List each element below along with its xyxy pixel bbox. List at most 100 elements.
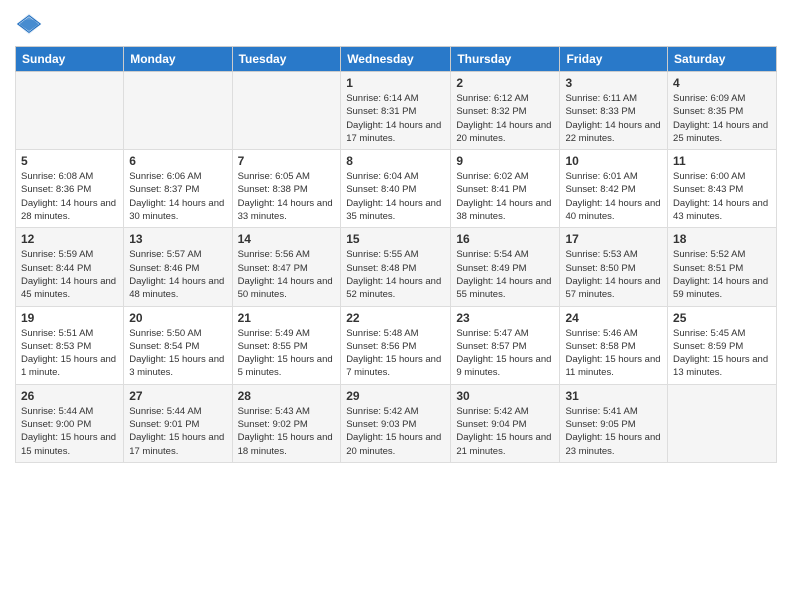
day-info: Sunrise: 6:06 AMSunset: 8:37 PMDaylight:… bbox=[129, 170, 226, 223]
day-number: 20 bbox=[129, 311, 226, 325]
calendar-cell: 28Sunrise: 5:43 AMSunset: 9:02 PMDayligh… bbox=[232, 384, 341, 462]
day-info: Sunrise: 5:41 AMSunset: 9:05 PMDaylight:… bbox=[565, 405, 662, 458]
calendar-cell: 9 Sunrise: 6:02 AMSunset: 8:41 PMDaylight… bbox=[451, 150, 560, 228]
day-number: 13 bbox=[129, 232, 226, 246]
calendar-cell: 26Sunrise: 5:44 AMSunset: 9:00 PMDayligh… bbox=[16, 384, 124, 462]
calendar-cell: 2 Sunrise: 6:12 AMSunset: 8:32 PMDaylight… bbox=[451, 72, 560, 150]
calendar-cell: 23 Sunrise: 5:47 AMSunset: 8:57 PMDayligh… bbox=[451, 306, 560, 384]
day-number: 1 bbox=[346, 76, 445, 90]
day-info: Sunrise: 5:46 AMSunset: 8:58 PMDaylight:… bbox=[565, 327, 662, 380]
day-number: 27 bbox=[129, 389, 226, 403]
day-info: Sunrise: 5:44 AMSunset: 9:00 PMDaylight:… bbox=[21, 405, 118, 458]
calendar-header-row: SundayMondayTuesdayWednesdayThursdayFrid… bbox=[16, 47, 777, 72]
day-info: Sunrise: 5:44 AMSunset: 9:01 PMDaylight:… bbox=[129, 405, 226, 458]
day-info: Sunrise: 5:56 AMSunset: 8:47 PMDaylight:… bbox=[238, 248, 336, 301]
calendar-cell: 14 Sunrise: 5:56 AMSunset: 8:47 PMDayligh… bbox=[232, 228, 341, 306]
day-info: Sunrise: 6:00 AMSunset: 8:43 PMDaylight:… bbox=[673, 170, 771, 223]
day-number: 14 bbox=[238, 232, 336, 246]
day-number: 25 bbox=[673, 311, 771, 325]
day-number: 12 bbox=[21, 232, 118, 246]
day-info: Sunrise: 5:53 AMSunset: 8:50 PMDaylight:… bbox=[565, 248, 662, 301]
day-number: 17 bbox=[565, 232, 662, 246]
day-info: Sunrise: 5:50 AMSunset: 8:54 PMDaylight:… bbox=[129, 327, 226, 380]
calendar-cell bbox=[124, 72, 232, 150]
day-number: 18 bbox=[673, 232, 771, 246]
calendar-cell: 6 Sunrise: 6:06 AMSunset: 8:37 PMDaylight… bbox=[124, 150, 232, 228]
day-number: 30 bbox=[456, 389, 554, 403]
calendar-header-wednesday: Wednesday bbox=[341, 47, 451, 72]
calendar-cell: 17 Sunrise: 5:53 AMSunset: 8:50 PMDayligh… bbox=[560, 228, 668, 306]
calendar-cell: 7 Sunrise: 6:05 AMSunset: 8:38 PMDaylight… bbox=[232, 150, 341, 228]
day-info: Sunrise: 6:04 AMSunset: 8:40 PMDaylight:… bbox=[346, 170, 445, 223]
calendar-cell: 13 Sunrise: 5:57 AMSunset: 8:46 PMDayligh… bbox=[124, 228, 232, 306]
day-info: Sunrise: 6:05 AMSunset: 8:38 PMDaylight:… bbox=[238, 170, 336, 223]
calendar-cell: 4Sunrise: 6:09 AMSunset: 8:35 PMDaylight… bbox=[668, 72, 777, 150]
day-number: 29 bbox=[346, 389, 445, 403]
day-number: 22 bbox=[346, 311, 445, 325]
calendar-header-saturday: Saturday bbox=[668, 47, 777, 72]
day-number: 28 bbox=[238, 389, 336, 403]
day-number: 24 bbox=[565, 311, 662, 325]
calendar-week-1: 1 Sunrise: 6:14 AMSunset: 8:31 PMDaylight… bbox=[16, 72, 777, 150]
day-number: 16 bbox=[456, 232, 554, 246]
calendar-cell: 27 Sunrise: 5:44 AMSunset: 9:01 PMDayligh… bbox=[124, 384, 232, 462]
calendar-cell: 22 Sunrise: 5:48 AMSunset: 8:56 PMDayligh… bbox=[341, 306, 451, 384]
day-number: 23 bbox=[456, 311, 554, 325]
day-number: 11 bbox=[673, 154, 771, 168]
calendar-cell: 12 Sunrise: 5:59 AMSunset: 8:44 PMDayligh… bbox=[16, 228, 124, 306]
calendar-cell: 11 Sunrise: 6:00 AMSunset: 8:43 PMDayligh… bbox=[668, 150, 777, 228]
day-info: Sunrise: 6:14 AMSunset: 8:31 PMDaylight:… bbox=[346, 92, 445, 145]
calendar-cell: 19 Sunrise: 5:51 AMSunset: 8:53 PMDayligh… bbox=[16, 306, 124, 384]
day-number: 6 bbox=[129, 154, 226, 168]
calendar-cell bbox=[668, 384, 777, 462]
day-info: Sunrise: 6:02 AMSunset: 8:41 PMDaylight:… bbox=[456, 170, 554, 223]
calendar-cell: 21 Sunrise: 5:49 AMSunset: 8:55 PMDayligh… bbox=[232, 306, 341, 384]
day-number: 5 bbox=[21, 154, 118, 168]
day-info: Sunrise: 5:51 AMSunset: 8:53 PMDaylight:… bbox=[21, 327, 118, 380]
day-info: Sunrise: 5:48 AMSunset: 8:56 PMDaylight:… bbox=[346, 327, 445, 380]
calendar-cell: 10 Sunrise: 6:01 AMSunset: 8:42 PMDayligh… bbox=[560, 150, 668, 228]
calendar-cell: 5 Sunrise: 6:08 AMSunset: 8:36 PMDaylight… bbox=[16, 150, 124, 228]
day-info: Sunrise: 5:59 AMSunset: 8:44 PMDaylight:… bbox=[21, 248, 118, 301]
day-number: 9 bbox=[456, 154, 554, 168]
logo bbox=[15, 10, 47, 38]
day-info: Sunrise: 5:49 AMSunset: 8:55 PMDaylight:… bbox=[238, 327, 336, 380]
day-number: 7 bbox=[238, 154, 336, 168]
day-info: Sunrise: 6:12 AMSunset: 8:32 PMDaylight:… bbox=[456, 92, 554, 145]
calendar-week-2: 5 Sunrise: 6:08 AMSunset: 8:36 PMDaylight… bbox=[16, 150, 777, 228]
calendar-cell: 16 Sunrise: 5:54 AMSunset: 8:49 PMDayligh… bbox=[451, 228, 560, 306]
day-number: 2 bbox=[456, 76, 554, 90]
calendar-week-3: 12 Sunrise: 5:59 AMSunset: 8:44 PMDayligh… bbox=[16, 228, 777, 306]
day-number: 31 bbox=[565, 389, 662, 403]
day-number: 21 bbox=[238, 311, 336, 325]
day-info: Sunrise: 6:08 AMSunset: 8:36 PMDaylight:… bbox=[21, 170, 118, 223]
day-number: 10 bbox=[565, 154, 662, 168]
calendar-header-friday: Friday bbox=[560, 47, 668, 72]
calendar-cell: 31 Sunrise: 5:41 AMSunset: 9:05 PMDayligh… bbox=[560, 384, 668, 462]
calendar-header-thursday: Thursday bbox=[451, 47, 560, 72]
calendar-cell bbox=[16, 72, 124, 150]
calendar-cell: 20 Sunrise: 5:50 AMSunset: 8:54 PMDayligh… bbox=[124, 306, 232, 384]
day-info: Sunrise: 5:47 AMSunset: 8:57 PMDaylight:… bbox=[456, 327, 554, 380]
day-info: Sunrise: 5:57 AMSunset: 8:46 PMDaylight:… bbox=[129, 248, 226, 301]
calendar-cell: 15 Sunrise: 5:55 AMSunset: 8:48 PMDayligh… bbox=[341, 228, 451, 306]
day-info: Sunrise: 5:52 AMSunset: 8:51 PMDaylight:… bbox=[673, 248, 771, 301]
day-info: Sunrise: 6:11 AMSunset: 8:33 PMDaylight:… bbox=[565, 92, 662, 145]
calendar-cell: 3Sunrise: 6:11 AMSunset: 8:33 PMDaylight… bbox=[560, 72, 668, 150]
header bbox=[15, 10, 777, 38]
calendar-header-sunday: Sunday bbox=[16, 47, 124, 72]
calendar-cell: 18 Sunrise: 5:52 AMSunset: 8:51 PMDayligh… bbox=[668, 228, 777, 306]
day-info: Sunrise: 6:01 AMSunset: 8:42 PMDaylight:… bbox=[565, 170, 662, 223]
calendar-week-4: 19 Sunrise: 5:51 AMSunset: 8:53 PMDayligh… bbox=[16, 306, 777, 384]
day-number: 15 bbox=[346, 232, 445, 246]
day-number: 19 bbox=[21, 311, 118, 325]
day-info: Sunrise: 5:45 AMSunset: 8:59 PMDaylight:… bbox=[673, 327, 771, 380]
calendar-week-5: 26Sunrise: 5:44 AMSunset: 9:00 PMDayligh… bbox=[16, 384, 777, 462]
calendar-cell: 29 Sunrise: 5:42 AMSunset: 9:03 PMDayligh… bbox=[341, 384, 451, 462]
day-info: Sunrise: 5:42 AMSunset: 9:04 PMDaylight:… bbox=[456, 405, 554, 458]
calendar-cell: 8Sunrise: 6:04 AMSunset: 8:40 PMDaylight… bbox=[341, 150, 451, 228]
day-info: Sunrise: 5:42 AMSunset: 9:03 PMDaylight:… bbox=[346, 405, 445, 458]
day-info: Sunrise: 5:54 AMSunset: 8:49 PMDaylight:… bbox=[456, 248, 554, 301]
calendar-cell: 24 Sunrise: 5:46 AMSunset: 8:58 PMDayligh… bbox=[560, 306, 668, 384]
day-info: Sunrise: 5:55 AMSunset: 8:48 PMDaylight:… bbox=[346, 248, 445, 301]
